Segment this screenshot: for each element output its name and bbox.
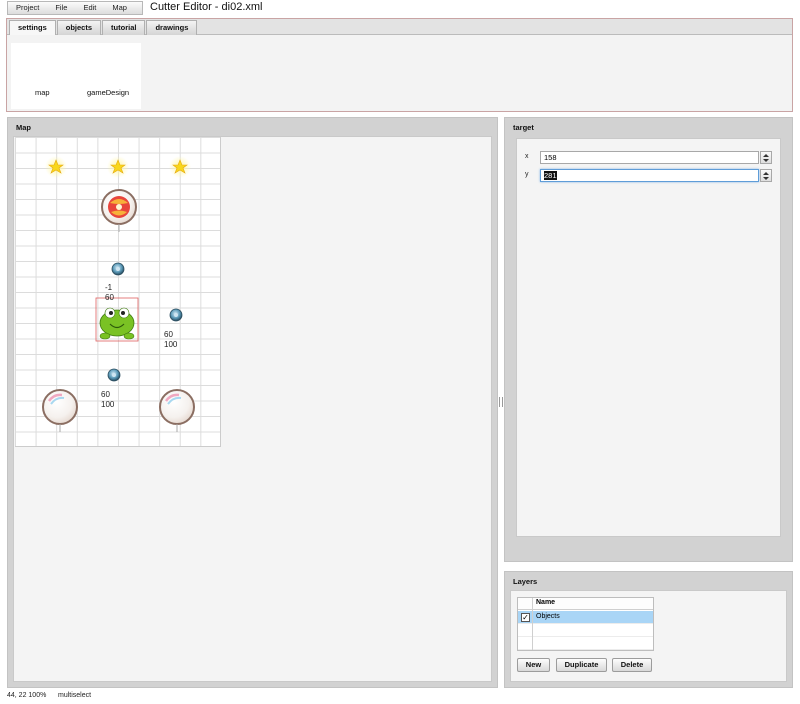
new-layer-button[interactable]: New <box>517 658 550 672</box>
pump-low-label-1: 60 <box>101 390 110 399</box>
layer-row-empty <box>518 637 653 650</box>
layers-table-header: Name <box>518 598 653 610</box>
menu-edit[interactable]: Edit <box>75 2 104 14</box>
layers-panel: Layers Name ✓ Objects New Duplicate Dele… <box>504 571 793 688</box>
candy-label-2: 60 <box>105 293 114 302</box>
layer-row-objects[interactable]: ✓ Objects <box>518 611 653 624</box>
star-icon[interactable] <box>169 156 191 178</box>
stepper-down-icon[interactable] <box>763 177 769 180</box>
tab-objects[interactable]: objects <box>56 20 102 35</box>
game-design-settings-link[interactable]: gameDesign <box>87 88 129 97</box>
map-objects-layer <box>42 156 195 432</box>
layer-row-empty <box>518 624 653 637</box>
tab-tutorial[interactable]: tutorial <box>102 20 146 35</box>
y-stepper[interactable] <box>760 169 772 182</box>
stepper-down-icon[interactable] <box>763 159 769 162</box>
title-bar: Project File Edit Map Cutter Editor - di… <box>0 0 800 17</box>
pump-right-label-1: 60 <box>164 330 173 339</box>
status-mode: multiselect <box>58 692 92 699</box>
bubble-icon[interactable] <box>42 389 78 432</box>
check-icon: ✓ <box>522 613 529 622</box>
name-column-header[interactable]: Name <box>536 599 555 606</box>
column-divider <box>532 598 533 650</box>
status-coords: 44, 22 100% <box>7 692 47 699</box>
tab-bar: settings objects tutorial drawings <box>7 19 792 35</box>
pin-icon[interactable] <box>169 308 183 322</box>
map-settings-link[interactable]: map <box>35 88 50 97</box>
pin-icon[interactable] <box>111 262 125 276</box>
layer-visible-checkbox[interactable]: ✓ <box>521 613 530 622</box>
pump-right-label-2: 100 <box>164 340 178 349</box>
layers-table: Name ✓ Objects <box>517 597 654 651</box>
target-properties: x 158 y 281 <box>516 138 781 537</box>
bubble-icon[interactable] <box>159 389 195 432</box>
duplicate-layer-button[interactable]: Duplicate <box>556 658 607 672</box>
pump-low-label-2: 100 <box>101 400 115 409</box>
menu-map[interactable]: Map <box>104 2 135 14</box>
delete-layer-button[interactable]: Delete <box>612 658 652 672</box>
tab-drawings[interactable]: drawings <box>146 20 198 35</box>
layer-name: Objects <box>536 613 560 620</box>
settings-content: map gameDesign <box>11 43 141 109</box>
target-panel: target x 158 y 281 <box>504 117 793 562</box>
om-nom-icon[interactable] <box>95 297 139 342</box>
menu-bar: Project File Edit Map <box>7 1 143 15</box>
stepper-up-icon[interactable] <box>763 172 769 175</box>
panel-splitter[interactable] <box>499 397 503 407</box>
x-stepper[interactable] <box>760 151 772 164</box>
x-value: 158 <box>544 153 557 162</box>
settings-panel: settings objects tutorial drawings map g… <box>6 18 793 112</box>
map-panel-title: Map <box>16 123 31 132</box>
y-value: 281 <box>544 171 557 180</box>
x-input[interactable]: 158 <box>540 151 759 164</box>
x-label: x <box>525 153 529 160</box>
candy-label-1: -1 <box>105 283 113 292</box>
candy-bubble-icon[interactable] <box>101 189 137 232</box>
pin-icon[interactable] <box>107 368 121 382</box>
map-panel: Map -1 60 60 100 60 100 <box>7 117 498 688</box>
window-title: Cutter Editor - di02.xml <box>150 1 263 13</box>
layers-panel-title: Layers <box>513 577 538 586</box>
map-canvas[interactable]: -1 60 60 100 60 100 <box>13 136 492 682</box>
menu-project[interactable]: Project <box>8 2 47 14</box>
target-panel-title: target <box>513 123 534 132</box>
y-label: y <box>525 171 529 178</box>
stepper-up-icon[interactable] <box>763 154 769 157</box>
map-grid[interactable]: -1 60 60 100 60 100 <box>15 137 221 447</box>
star-icon[interactable] <box>107 156 129 178</box>
tab-settings[interactable]: settings <box>9 20 56 35</box>
menu-file[interactable]: File <box>47 2 75 14</box>
star-icon[interactable] <box>45 156 67 178</box>
y-input[interactable]: 281 <box>540 169 759 182</box>
